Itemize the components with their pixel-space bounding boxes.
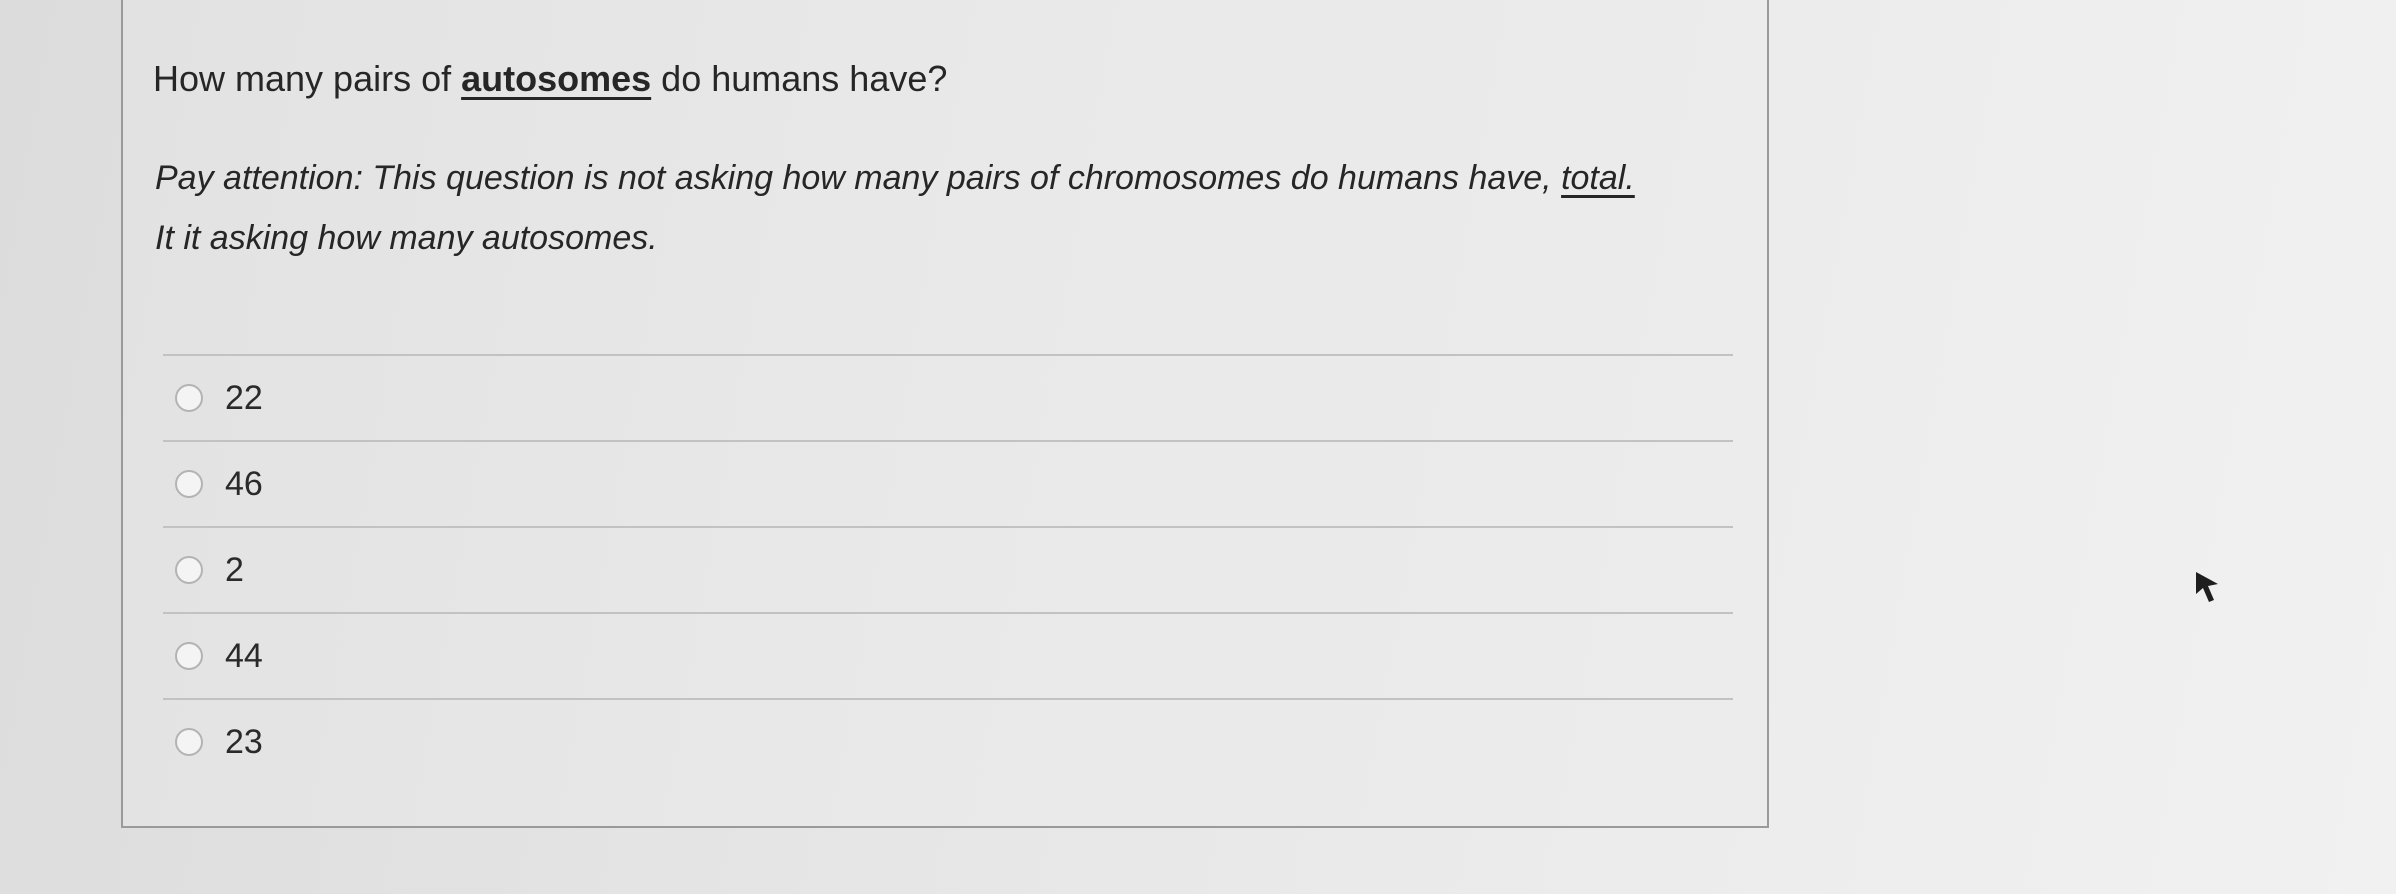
attention-total: total. xyxy=(1561,159,1635,197)
answer-label: 23 xyxy=(225,722,263,761)
radio-unselected-icon[interactable] xyxy=(175,728,203,756)
answer-list: 22 46 2 44 23 xyxy=(163,354,1733,784)
radio-unselected-icon[interactable] xyxy=(175,470,203,498)
question-emphasis: autosomes xyxy=(461,58,652,99)
attention-line1: Pay attention: This question is not aski… xyxy=(155,159,1562,197)
answer-label: 2 xyxy=(225,550,244,589)
answer-label: 22 xyxy=(225,378,263,417)
question-suffix: do humans have? xyxy=(651,58,948,99)
radio-unselected-icon[interactable] xyxy=(175,642,203,670)
answer-option[interactable]: 2 xyxy=(163,526,1733,612)
question-card: How many pairs of autosomes do humans ha… xyxy=(121,0,1769,828)
radio-unselected-icon[interactable] xyxy=(175,384,203,412)
radio-unselected-icon[interactable] xyxy=(175,556,203,584)
answer-option[interactable]: 44 xyxy=(163,612,1733,698)
answer-option[interactable]: 23 xyxy=(163,698,1733,784)
attention-note: Pay attention: This question is not aski… xyxy=(155,148,1775,268)
answer-label: 46 xyxy=(225,464,263,503)
answer-option[interactable]: 22 xyxy=(163,354,1733,440)
attention-line2: It it asking how many autosomes. xyxy=(155,219,658,257)
answer-option[interactable]: 46 xyxy=(163,440,1733,526)
answer-label: 44 xyxy=(225,636,263,675)
question-prefix: How many pairs of xyxy=(153,58,462,99)
question-text: How many pairs of autosomes do humans ha… xyxy=(153,58,947,100)
mouse-pointer-icon xyxy=(2196,572,2218,602)
